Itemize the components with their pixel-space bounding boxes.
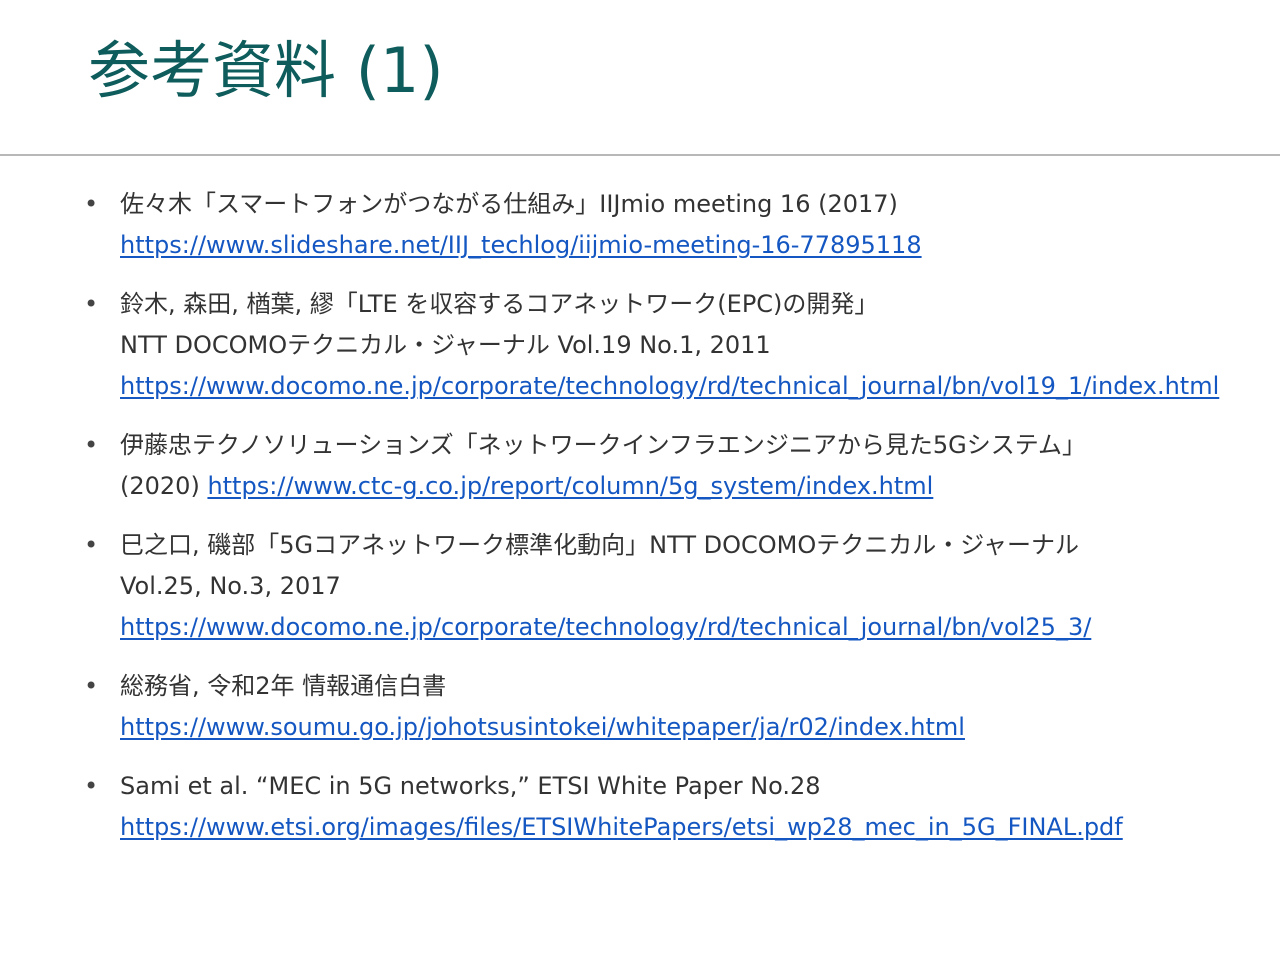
bullet-icon: • — [84, 290, 99, 318]
bullet-icon: • — [84, 672, 99, 700]
bullet-icon: • — [84, 431, 99, 459]
reference-text: 佐々木「スマートフォンがつながる仕組み」IIJmio meeting 16 (2… — [120, 190, 898, 218]
bullet-icon: • — [84, 531, 99, 559]
reference-text: NTT DOCOMOテクニカル・ジャーナル Vol.19 No.1, 2011 — [120, 331, 771, 359]
reference-link[interactable]: https://www.docomo.ne.jp/corporate/techn… — [120, 607, 1264, 648]
reference-text: Vol.25, No.3, 2017 — [120, 572, 341, 600]
reference-item: • Sami et al. “MEC in 5G networks,” ETSI… — [84, 766, 1264, 848]
reference-list: • 佐々木「スマートフォンがつながる仕組み」IIJmio meeting 16 … — [84, 184, 1264, 848]
reference-year: (2020) — [120, 472, 208, 500]
slide-title: 参考資料 (1) — [88, 34, 444, 107]
reference-text: 鈴木, 森田, 楢葉, 繆「LTE を収容するコアネットワーク(EPC)の開発」 — [120, 290, 879, 318]
reference-item: • 総務省, 令和2年 情報通信白書 https://www.soumu.go.… — [84, 666, 1264, 748]
reference-text: Sami et al. “MEC in 5G networks,” ETSI W… — [120, 772, 821, 800]
reference-text: 総務省, 令和2年 情報通信白書 — [120, 672, 447, 700]
reference-item: • 鈴木, 森田, 楢葉, 繆「LTE を収容するコアネットワーク(EPC)の開… — [84, 284, 1264, 407]
reference-link[interactable]: https://www.docomo.ne.jp/corporate/techn… — [120, 366, 1264, 407]
title-divider — [0, 154, 1280, 156]
reference-item: • 佐々木「スマートフォンがつながる仕組み」IIJmio meeting 16 … — [84, 184, 1264, 266]
reference-link[interactable]: https://www.etsi.org/images/files/ETSIWh… — [120, 807, 1264, 848]
reference-item: • 巳之口, 磯部「5Gコアネットワーク標準化動向」NTT DOCOMOテクニカ… — [84, 525, 1264, 648]
reference-line: (2020) https://www.ctc-g.co.jp/report/co… — [120, 466, 1264, 507]
bullet-icon: • — [84, 772, 99, 800]
reference-link[interactable]: https://www.slideshare.net/IIJ_techlog/i… — [120, 225, 1264, 266]
reference-link[interactable]: https://www.ctc-g.co.jp/report/column/5g… — [207, 472, 933, 500]
bullet-icon: • — [84, 190, 99, 218]
reference-item: • 伊藤忠テクノソリューションズ「ネットワークインフラエンジニアから見た5Gシス… — [84, 425, 1264, 507]
reference-text: 巳之口, 磯部「5Gコアネットワーク標準化動向」NTT DOCOMOテクニカル・… — [120, 531, 1080, 559]
slide: 参考資料 (1) • 佐々木「スマートフォンがつながる仕組み」IIJmio me… — [0, 0, 1280, 960]
reference-text: 伊藤忠テクノソリューションズ「ネットワークインフラエンジニアから見た5Gシステム… — [120, 431, 1087, 459]
reference-link[interactable]: https://www.soumu.go.jp/johotsusintokei/… — [120, 707, 1264, 748]
